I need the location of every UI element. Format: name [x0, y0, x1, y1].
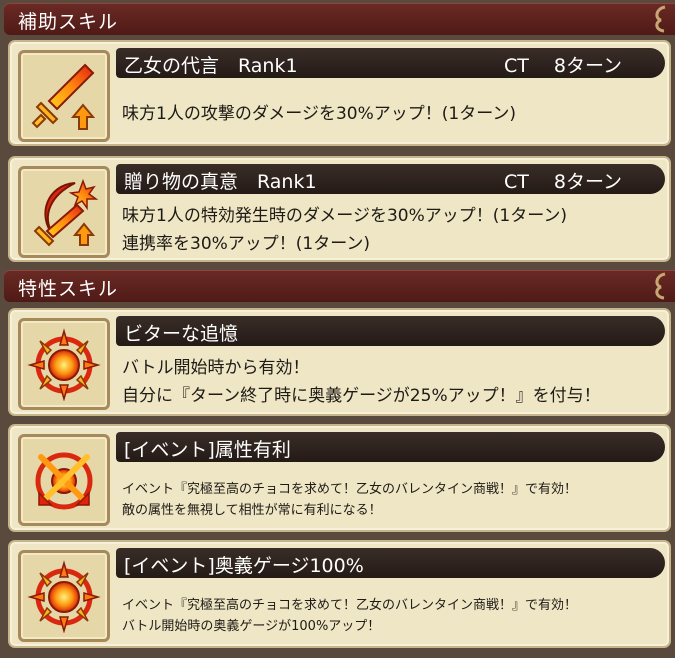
- description-line: バトル開始時から有効！: [122, 358, 310, 378]
- crescent-sword-burst-icon: [33, 178, 99, 247]
- skill-name-bar: 乙女の代言 Rank1 CT 8ターン: [116, 48, 665, 78]
- skill-name-bar: [イベント]奥義ゲージ100%: [116, 548, 665, 578]
- skill-name: [イベント]属性有利: [124, 439, 291, 461]
- skill-icon-frame: [18, 166, 110, 258]
- skill-name: 乙女の代言 Rank1: [124, 55, 298, 77]
- trait-skill-card-1[interactable]: ビターな追憶 バトル開始時から有効！ 自分に『ターン終了時に奥義ゲージが25%ア…: [8, 308, 671, 416]
- skill-name-bar: [イベント]属性有利: [116, 432, 665, 462]
- support-skill-card-2[interactable]: 贈り物の真意 Rank1 CT 8ターン 味方1人の特効発生時のダメージを30%…: [8, 156, 671, 262]
- description-line: バトル開始時の奥義ゲージが100%アップ！: [122, 619, 381, 634]
- skill-description: イベント『究極至高のチョコを求めて！乙女のバレンタイン商戦！』で有効！ 敵の属性…: [122, 479, 659, 521]
- support-skills-header: 補助スキル: [4, 3, 675, 35]
- trait-skill-card-2[interactable]: [イベント]属性有利 イベント『究極至高のチョコを求めて！乙女のバレンタイン商戦…: [8, 424, 671, 532]
- skill-cooldown: CT 8ターン: [504, 55, 623, 77]
- trait-skills-title: 特性スキル: [18, 278, 119, 300]
- skill-description: イベント『究極至高のチョコを求めて！乙女のバレンタイン商戦！』で有効！ バトル開…: [122, 595, 659, 637]
- skill-name: 贈り物の真意 Rank1: [124, 171, 317, 193]
- flame-emblem-icon: [27, 560, 101, 633]
- skill-description: バトル開始時から有効！ 自分に『ターン終了時に奥義ゲージが25%アップ！』を付与…: [122, 354, 659, 410]
- description-line: 味方1人の特効発生時のダメージを30%アップ！(1ターン): [122, 206, 567, 226]
- skill-icon-frame: [18, 434, 110, 526]
- skill-icon-frame: [18, 550, 110, 642]
- description-line: 敵の属性を無視して相性が常に有利になる！: [122, 503, 382, 518]
- crossed-arrows-emblem-icon: [35, 452, 93, 510]
- trait-skill-card-3[interactable]: [イベント]奥義ゲージ100% イベント『究極至高のチョコを求めて！乙女のバレン…: [8, 540, 671, 648]
- description-line: 味方1人の攻撃のダメージを30%アップ！(1ターン): [122, 104, 516, 124]
- skill-description: 味方1人の攻撃のダメージを30%アップ！(1ターン): [122, 100, 659, 128]
- description-line: イベント『究極至高のチョコを求めて！乙女のバレンタイン商戦！』で有効！: [122, 482, 578, 497]
- skill-name-bar: ビターな追憶: [116, 316, 665, 346]
- scroll-curl-icon: [655, 272, 666, 300]
- support-skill-card-1[interactable]: 乙女の代言 Rank1 CT 8ターン 味方1人の攻撃のダメージを30%アップ！…: [8, 40, 671, 146]
- skill-name-bar: 贈り物の真意 Rank1 CT 8ターン: [116, 164, 665, 194]
- description-line: イベント『究極至高のチョコを求めて！乙女のバレンタイン商戦！』で有効！: [122, 598, 578, 613]
- skill-icon-frame: [18, 318, 110, 410]
- sword-up-icon: [31, 63, 96, 130]
- skill-name: ビターな追憶: [124, 323, 239, 345]
- skill-icon-frame: [18, 50, 110, 142]
- support-skills-title: 補助スキル: [18, 11, 119, 33]
- description-line: 自分に『ターン終了時に奥義ゲージが25%アップ！』を付与！: [122, 386, 601, 406]
- scroll-curl-icon: [655, 5, 666, 33]
- flame-emblem-icon: [27, 328, 101, 401]
- skill-name: [イベント]奥義ゲージ100%: [124, 555, 364, 577]
- skill-cooldown: CT 8ターン: [504, 171, 623, 193]
- trait-skills-header: 特性スキル: [4, 270, 675, 302]
- skill-description: 味方1人の特効発生時のダメージを30%アップ！(1ターン) 連携率を30%アップ…: [122, 202, 659, 258]
- description-line: 連携率を30%アップ！(1ターン): [122, 234, 371, 254]
